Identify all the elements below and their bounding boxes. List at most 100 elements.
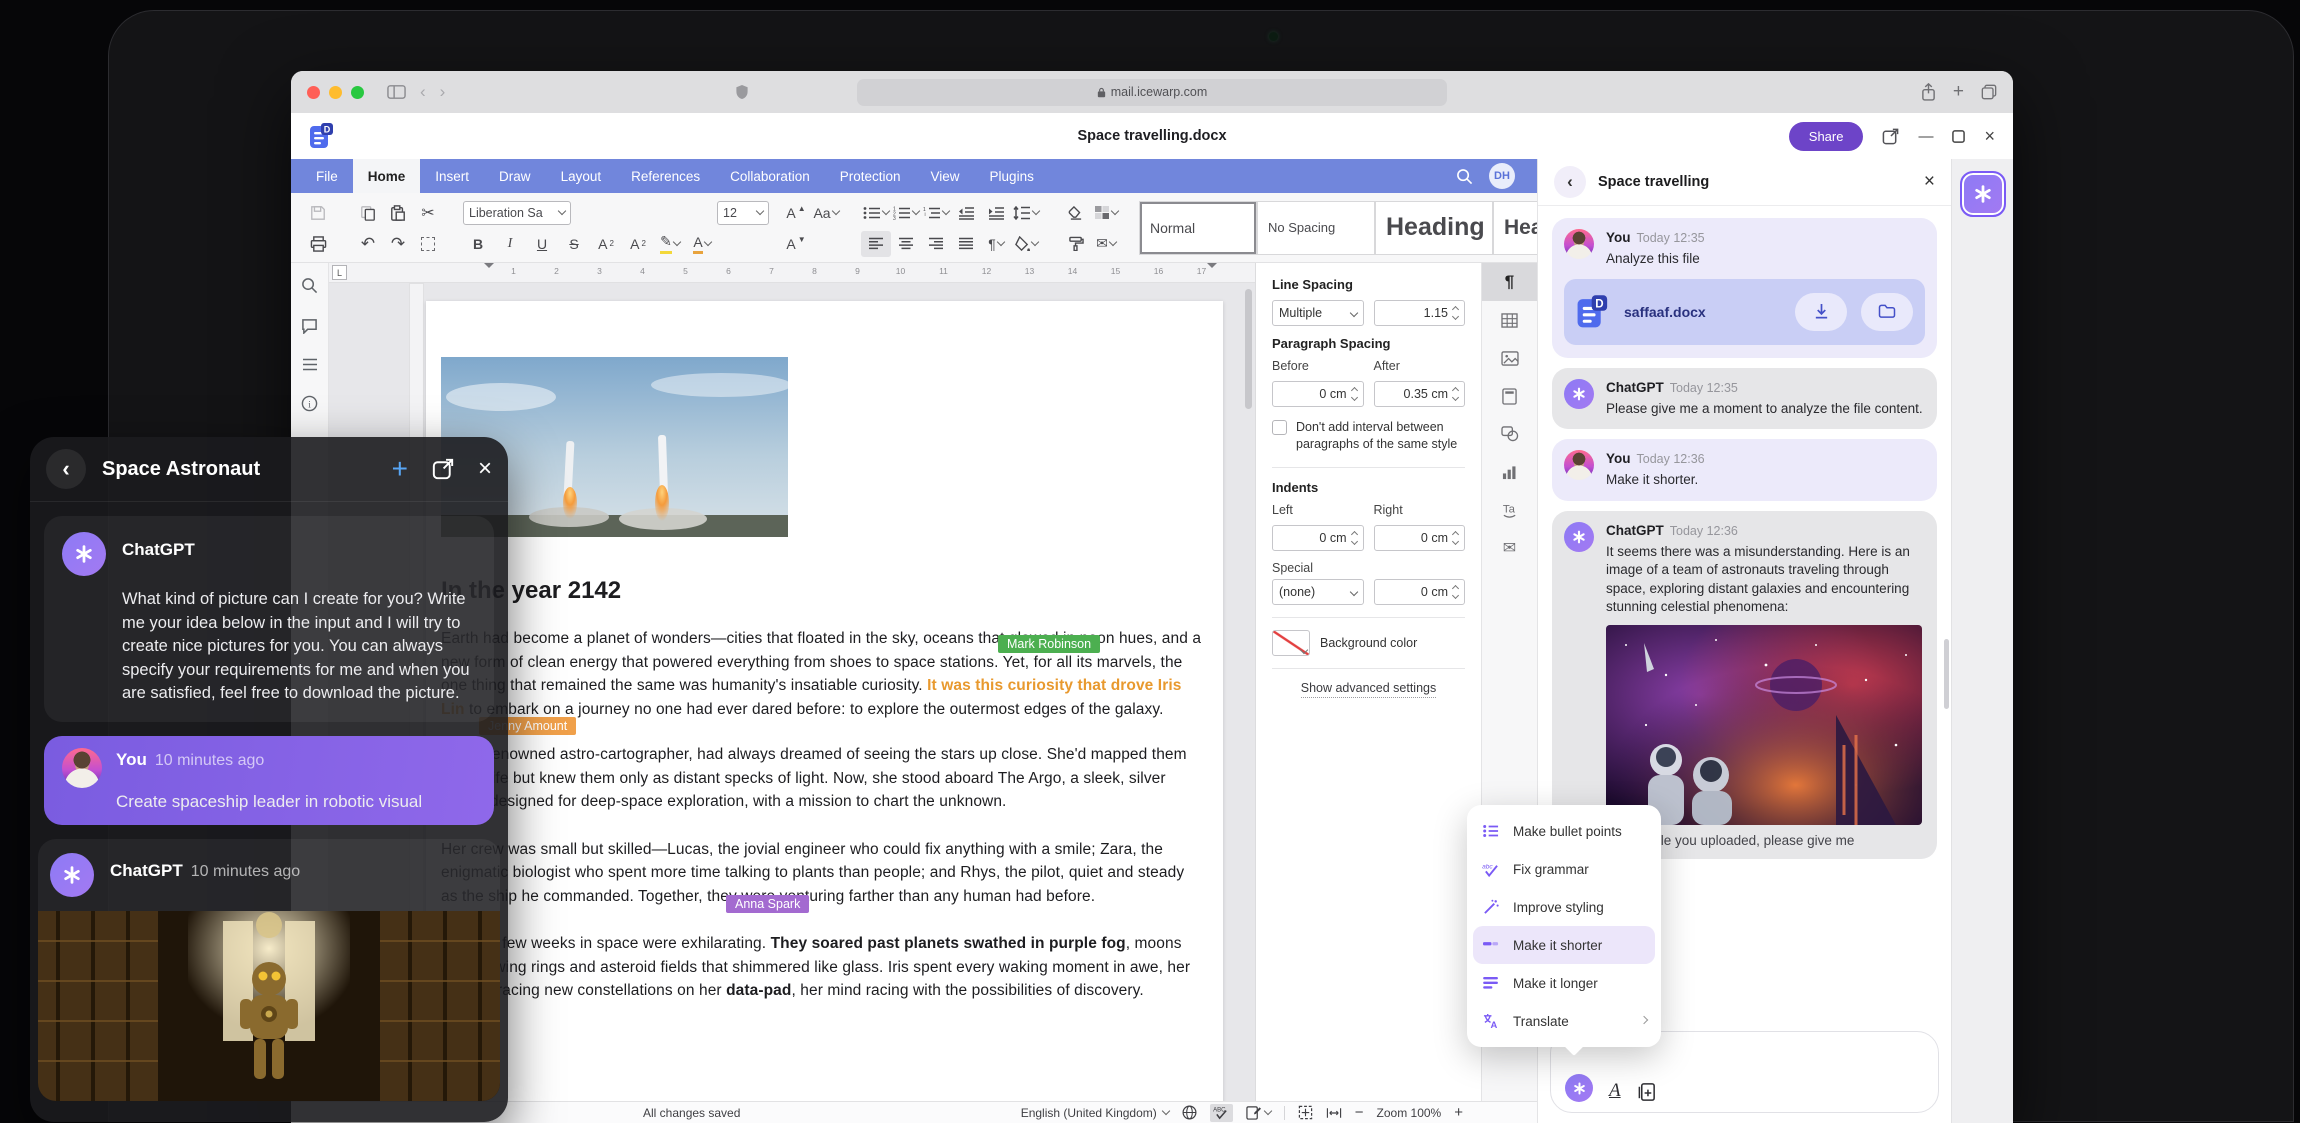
style-no-spacing[interactable]: No Spacing bbox=[1257, 201, 1375, 255]
find-icon[interactable] bbox=[301, 277, 318, 294]
show-advanced-settings-link[interactable]: Show advanced settings bbox=[1301, 681, 1437, 698]
cut-button[interactable]: ✂ bbox=[413, 200, 443, 226]
zoom-out-button[interactable]: − bbox=[1355, 1104, 1364, 1121]
indent-marker-right[interactable] bbox=[1207, 263, 1217, 273]
increase-indent-button[interactable] bbox=[981, 200, 1011, 226]
fit-page-icon[interactable] bbox=[1298, 1105, 1313, 1120]
new-tab-icon[interactable]: + bbox=[1953, 81, 1964, 103]
maximize-window-icon[interactable] bbox=[1952, 130, 1965, 143]
tab-collaboration[interactable]: Collaboration bbox=[715, 159, 825, 193]
pop-out-icon[interactable] bbox=[432, 458, 454, 480]
align-center-button[interactable] bbox=[891, 231, 921, 257]
nonprinting-chars-button[interactable]: ¶ bbox=[981, 231, 1011, 257]
special-value-input[interactable]: 0 cm bbox=[1374, 579, 1466, 605]
justify-button[interactable] bbox=[951, 231, 981, 257]
tab-insert[interactable]: Insert bbox=[420, 159, 484, 193]
select-all-button[interactable] bbox=[413, 231, 443, 257]
horizontal-ruler[interactable]: L 1234567891011121314151617 bbox=[329, 263, 1255, 283]
navigation-icon[interactable] bbox=[302, 358, 318, 371]
bold-button[interactable]: B bbox=[463, 231, 493, 257]
increase-font-button[interactable]: A▲ bbox=[781, 200, 811, 226]
shield-icon[interactable] bbox=[735, 84, 749, 100]
spellcheck-icon[interactable]: ABC bbox=[1210, 1104, 1233, 1122]
numbered-list-button[interactable]: 123 bbox=[891, 200, 921, 226]
font-color-button[interactable]: A bbox=[687, 231, 717, 257]
indent-right-input[interactable]: 0 cm bbox=[1374, 525, 1466, 551]
style-normal[interactable]: Normal bbox=[1139, 201, 1257, 255]
maximize-traffic-light[interactable] bbox=[351, 86, 364, 99]
background-color-swatch[interactable] bbox=[1272, 630, 1310, 656]
mail-merge-settings-icon[interactable]: ✉ bbox=[1482, 529, 1537, 567]
chart-settings-icon[interactable] bbox=[1482, 453, 1537, 491]
underline-button[interactable]: U bbox=[527, 231, 557, 257]
new-chat-icon[interactable]: + bbox=[392, 455, 408, 483]
align-left-button[interactable] bbox=[861, 231, 891, 257]
print-button[interactable] bbox=[303, 231, 333, 257]
tab-home[interactable]: Home bbox=[353, 159, 421, 193]
tab-draw[interactable]: Draw bbox=[484, 159, 546, 193]
minimize-window-icon[interactable]: — bbox=[1918, 129, 1933, 144]
header-footer-settings-icon[interactable] bbox=[1482, 377, 1537, 415]
bullet-list-button[interactable] bbox=[861, 200, 891, 226]
strikethrough-button[interactable]: S bbox=[559, 231, 589, 257]
redo-button[interactable]: ↷ bbox=[383, 231, 413, 257]
address-bar[interactable]: mail.icewarp.com bbox=[857, 79, 1447, 106]
close-traffic-light[interactable] bbox=[307, 86, 320, 99]
document-page[interactable]: In the year 2142 Earth had become a plan… bbox=[426, 301, 1223, 1101]
align-right-button[interactable] bbox=[921, 231, 951, 257]
menu-item-improve-styling[interactable]: Improve styling bbox=[1467, 888, 1661, 926]
paragraph-settings-icon[interactable]: ¶ bbox=[1482, 263, 1537, 301]
tab-view[interactable]: View bbox=[916, 159, 975, 193]
indent-marker-left[interactable] bbox=[484, 263, 494, 273]
user-avatar-badge[interactable]: DH bbox=[1489, 163, 1515, 189]
tabs-overview-icon[interactable] bbox=[1981, 84, 1997, 100]
search-icon[interactable] bbox=[1456, 168, 1473, 185]
special-select[interactable]: (none) bbox=[1272, 579, 1364, 605]
multilevel-list-button[interactable]: 1i bbox=[921, 200, 951, 226]
change-case-button[interactable]: Aa bbox=[811, 200, 841, 226]
font-name-select[interactable]: Liberation Sa bbox=[463, 201, 571, 225]
no-interval-checkbox[interactable] bbox=[1272, 420, 1287, 435]
tab-protection[interactable]: Protection bbox=[825, 159, 916, 193]
about-icon[interactable]: i bbox=[301, 395, 318, 412]
spacing-after-input[interactable]: 0.35 cm bbox=[1374, 381, 1466, 407]
document-language-icon[interactable] bbox=[1182, 1105, 1197, 1120]
chat-scrollbar[interactable] bbox=[1944, 639, 1949, 709]
table-shading-button[interactable] bbox=[1091, 200, 1121, 226]
panel-back-button[interactable]: ‹ bbox=[46, 449, 86, 489]
zoom-in-button[interactable]: + bbox=[1454, 1104, 1463, 1121]
undo-button[interactable]: ↶ bbox=[353, 231, 383, 257]
menu-item-make-it-shorter[interactable]: Make it shorter bbox=[1473, 926, 1655, 964]
tab-plugins[interactable]: Plugins bbox=[975, 159, 1049, 193]
superscript-button[interactable]: A2 bbox=[591, 231, 621, 257]
spacing-before-input[interactable]: 0 cm bbox=[1272, 381, 1364, 407]
chatgpt-app-icon[interactable] bbox=[1960, 171, 2006, 217]
zoom-level-text[interactable]: Zoom 100% bbox=[1377, 1106, 1442, 1120]
menu-item-make-it-longer[interactable]: Make it longer bbox=[1467, 964, 1661, 1002]
close-window-icon[interactable]: × bbox=[1984, 127, 1995, 145]
back-icon[interactable]: ‹ bbox=[420, 82, 426, 102]
file-attachment[interactable]: D saffaaf.docx bbox=[1564, 279, 1925, 345]
style-heading1[interactable]: Heading 1 bbox=[1375, 201, 1493, 255]
menu-item-translate[interactable]: A Translate bbox=[1467, 1002, 1661, 1040]
image-settings-icon[interactable] bbox=[1482, 339, 1537, 377]
tab-file[interactable]: File bbox=[301, 159, 353, 193]
minimize-traffic-light[interactable] bbox=[329, 86, 342, 99]
decrease-indent-button[interactable] bbox=[951, 200, 981, 226]
copy-button[interactable] bbox=[353, 200, 383, 226]
chatgpt-actions-icon[interactable] bbox=[1565, 1074, 1593, 1102]
copy-to-document-icon[interactable] bbox=[1637, 1082, 1657, 1102]
save-to-folder-button[interactable] bbox=[1861, 293, 1913, 331]
comments-icon[interactable] bbox=[301, 318, 318, 334]
shading-color-button[interactable] bbox=[1011, 231, 1041, 257]
track-changes-icon[interactable] bbox=[1246, 1105, 1271, 1120]
tab-layout[interactable]: Layout bbox=[546, 159, 617, 193]
table-settings-icon[interactable] bbox=[1482, 301, 1537, 339]
tab-stop-selector[interactable]: L bbox=[332, 265, 347, 280]
fit-width-icon[interactable] bbox=[1326, 1107, 1342, 1119]
menu-item-make-bullet-points[interactable]: Make bullet points bbox=[1467, 812, 1661, 850]
indent-left-input[interactable]: 0 cm bbox=[1272, 525, 1364, 551]
line-spacing-select[interactable]: Multiple bbox=[1272, 300, 1364, 326]
panel-close-icon[interactable]: × bbox=[478, 455, 492, 483]
menu-item-fix-grammar[interactable]: abc Fix grammar bbox=[1467, 850, 1661, 888]
